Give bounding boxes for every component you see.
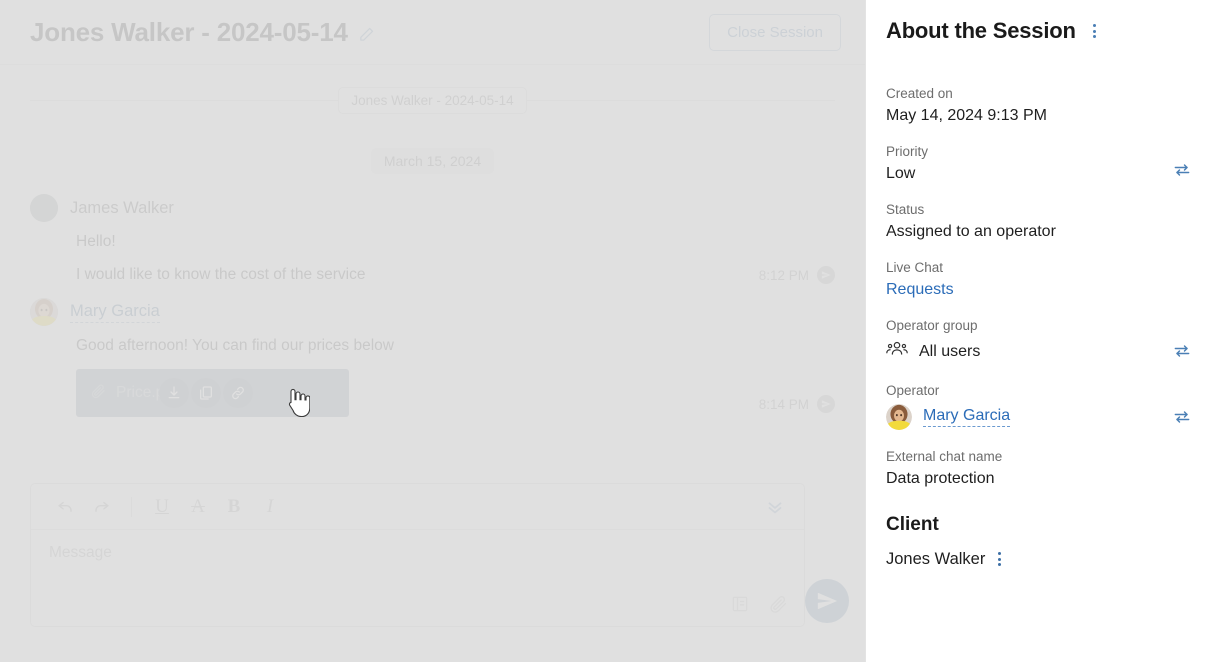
operator-group-value: All users [919,342,981,360]
swap-icon[interactable] [1172,160,1192,180]
composer-toolbar: U A B I [31,484,804,530]
sent-icon [817,395,835,414]
date-separator: March 15, 2024 [30,148,835,174]
field-label: Created on [886,86,953,101]
attachment-bubble[interactable]: Price.p [76,369,349,418]
sent-icon [817,266,835,285]
undo-icon[interactable] [49,491,81,523]
avatar [886,404,912,430]
message-text-row: I would like to know the cost of the ser… [30,265,835,285]
message-text: Good afternoon! You can find our prices … [76,337,394,355]
close-session-button[interactable]: Close Session [709,13,841,51]
chat-header: Jones Walker - 2024-05-14 Close Session [0,0,865,65]
messages-list: Jones Walker - 2024-05-14 March 15, 2024… [0,65,865,483]
composer-zone: U A B I Message [0,483,865,662]
field-priority: Priority Low [886,144,1196,183]
field-created-on: Created on May 14, 2024 9:13 PM [886,86,1196,125]
message-composer: U A B I Message [30,483,805,627]
field-label: External chat name [886,449,1003,464]
redo-icon[interactable] [85,491,117,523]
message-author-name[interactable]: Mary Garcia [70,302,160,323]
field-operator-group: Operator group All users [886,318,1196,364]
copy-icon[interactable] [191,378,221,409]
date-chip: March 15, 2024 [370,148,495,174]
swap-icon[interactable] [1172,341,1192,361]
session-chip: Jones Walker - 2024-05-14 [338,87,527,114]
avatar [30,298,58,327]
chat-session-page: Jones Walker - 2024-05-14 Close Session … [0,0,1218,662]
book-icon[interactable] [730,594,750,614]
field-label: Operator group [886,318,978,333]
link-icon[interactable] [223,378,253,409]
italic-icon[interactable]: I [254,491,286,523]
message-meta: 8:14 PM [759,395,835,417]
message-input[interactable]: Message [31,530,804,626]
client-heading: Client [886,514,939,535]
field-value-row: All users [886,339,1196,364]
message-group: James Walker Hello! I would like to know… [30,194,835,285]
field-value: Assigned to an operator [886,223,1056,240]
paperclip-icon[interactable] [768,594,788,614]
avatar [30,194,58,222]
chat-pane: Jones Walker - 2024-05-14 Close Session … [0,0,865,662]
attachment-name: Price.p [116,384,165,402]
field-value-row: Mary Garcia [886,404,1196,430]
message-author-row: James Walker [30,194,835,222]
users-group-icon [886,339,908,364]
composer-actions [730,594,788,614]
divider-line-left [30,100,339,101]
attachment-hover-actions [159,378,253,409]
divider-line-right [526,100,835,101]
field-value: May 14, 2024 9:13 PM [886,107,1047,124]
field-status: Status Assigned to an operator [886,202,1196,241]
field-value: Data protection [886,470,995,487]
message-text: Hello! [76,233,116,250]
message-group: Mary Garcia Good afternoon! You can find… [30,298,835,418]
bold-icon[interactable]: B [218,491,250,523]
page-title: Jones Walker - 2024-05-14 [30,16,348,47]
client-name: Jones Walker [886,549,986,568]
field-label: Live Chat [886,260,944,275]
field-external-chat-name: External chat name Data protection [886,449,1196,488]
field-label: Status [886,202,925,217]
swap-icon[interactable] [1172,407,1192,427]
live-chat-link[interactable]: Requests [886,281,1196,299]
operator-link[interactable]: Mary Garcia [923,407,1011,427]
toolbar-separator [131,496,132,517]
download-icon[interactable] [159,378,189,409]
paperclip-icon [90,383,106,404]
pencil-icon[interactable] [358,26,375,43]
session-divider: Jones Walker - 2024-05-14 [30,87,835,114]
message-attachment-row: Price.p 8:14 PM [30,369,835,418]
field-label: Operator [886,383,940,398]
send-button[interactable] [805,579,849,623]
field-live-chat: Live Chat Requests [886,260,1196,299]
field-value: Low [886,165,916,182]
message-meta: 8:12 PM [759,266,835,285]
strikethrough-icon[interactable]: A [182,491,214,523]
about-session-panel: About the Session Created on May 14, 202… [865,0,1218,662]
kebab-menu-icon[interactable] [1090,20,1099,42]
message-text: I would like to know the cost of the ser… [76,266,366,284]
about-header: About the Session [886,18,1196,44]
message-author-row: Mary Garcia [30,298,835,327]
message-author-name: James Walker [70,198,174,217]
kebab-menu-icon[interactable] [995,548,1004,570]
field-label: Priority [886,144,929,159]
client-row: Jones Walker [886,548,1196,570]
field-operator: Operator Mary Garcia [886,383,1196,430]
message-timestamp: 8:12 PM [758,267,809,283]
message-input-placeholder: Message [49,544,112,561]
mouse-cursor [284,387,311,418]
message-timestamp: 8:14 PM [758,396,809,412]
underline-icon[interactable]: U [146,491,178,523]
about-title: About the Session [886,18,1076,43]
double-chevron-down-icon[interactable] [764,496,786,518]
